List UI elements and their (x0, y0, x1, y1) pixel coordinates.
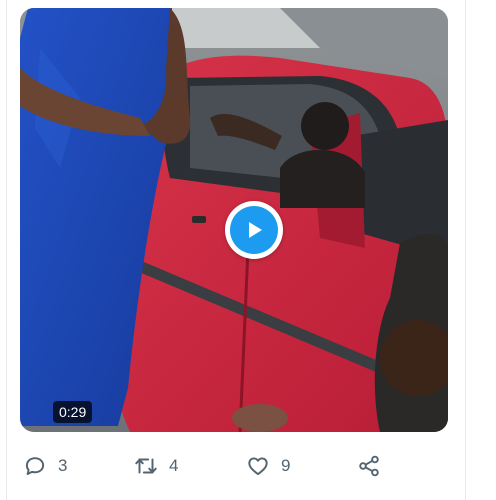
retweet-icon (135, 458, 157, 474)
like-button[interactable]: 9 (245, 450, 290, 482)
reply-button[interactable]: 3 (22, 450, 67, 482)
play-button[interactable] (225, 201, 283, 259)
reply-count: 3 (58, 456, 68, 475)
retweet-button[interactable]: 4 (133, 450, 178, 482)
share-nodes-icon (359, 455, 379, 477)
left-divider (6, 0, 7, 500)
like-count: 9 (281, 456, 291, 475)
share-button[interactable] (356, 450, 392, 482)
retweet-count: 4 (169, 456, 179, 475)
tweet-action-bar: 3 4 9 (0, 450, 496, 482)
heart-icon (248, 457, 268, 476)
play-icon (249, 222, 262, 238)
video-player[interactable]: 0:29 (20, 8, 448, 432)
right-divider (465, 0, 466, 500)
speech-bubble-icon (25, 457, 45, 475)
video-duration-badge: 0:29 (53, 401, 93, 423)
play-circle (230, 206, 278, 254)
